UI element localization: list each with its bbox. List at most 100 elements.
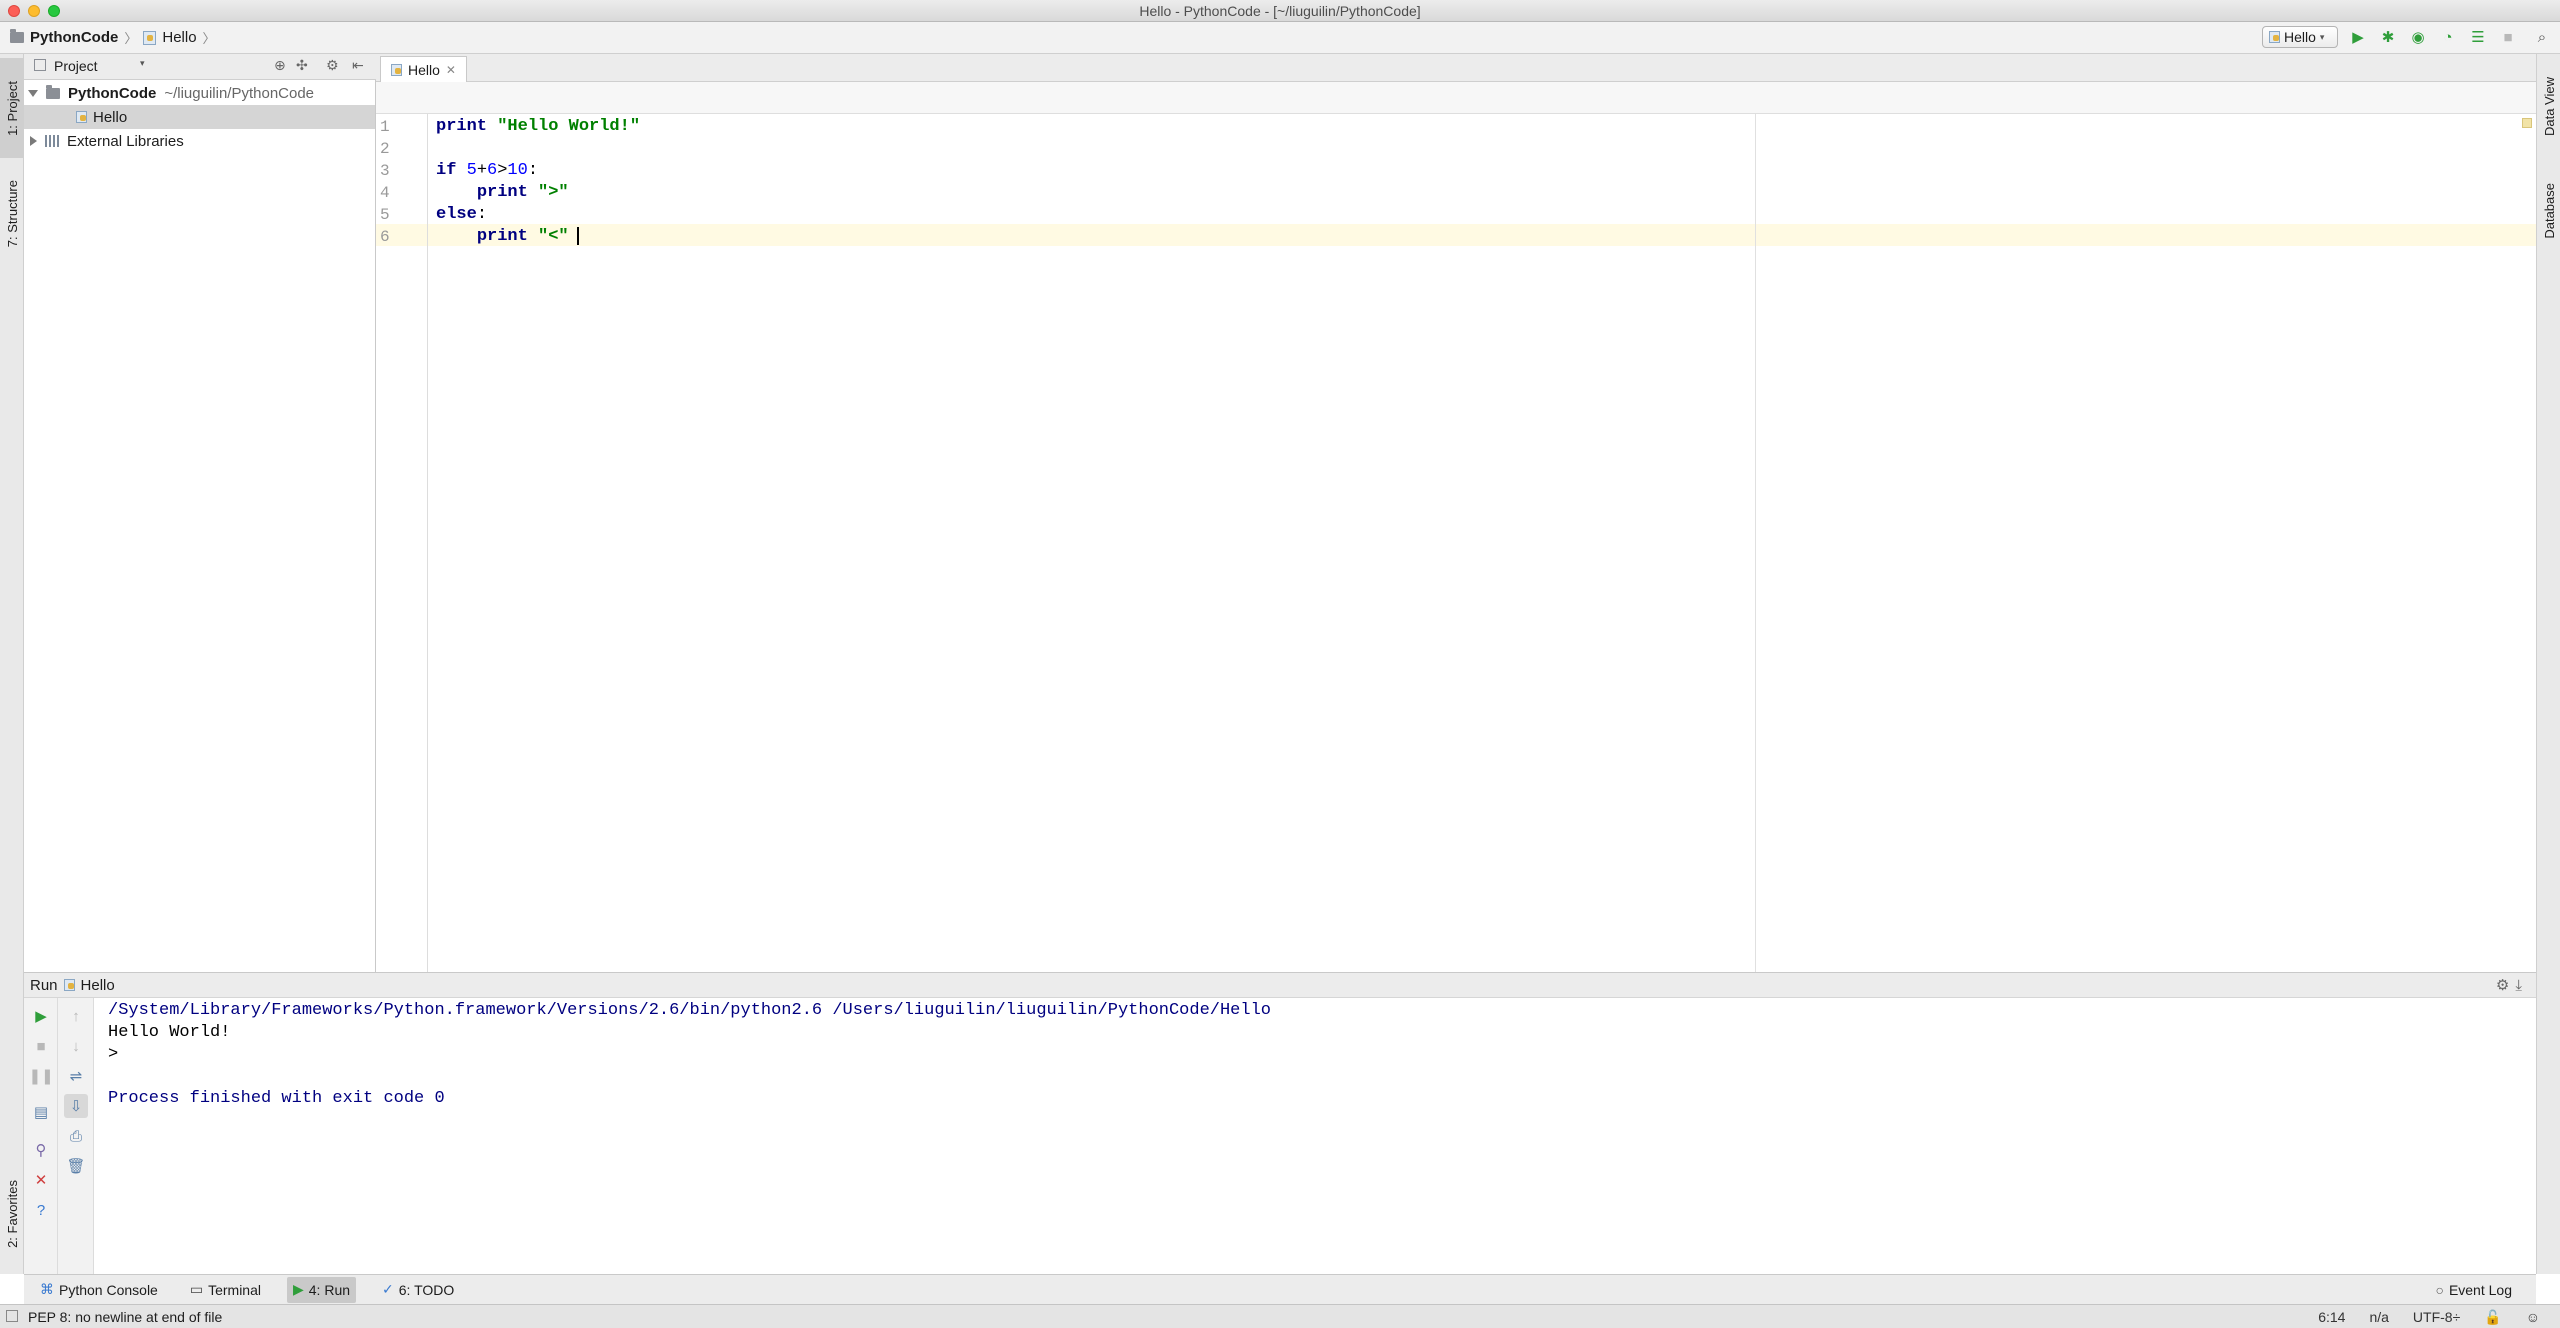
caret-line-highlight xyxy=(376,224,2536,246)
pause-button[interactable]: ❚❚ xyxy=(28,1064,53,1088)
lock-icon[interactable]: 🔓 xyxy=(2484,1309,2501,1326)
tab-favorites-label: 2: Favorites xyxy=(4,1180,20,1248)
hide-panel-icon[interactable]: ⇤ xyxy=(352,57,364,74)
profile-button[interactable]: ◔ xyxy=(2438,27,2458,47)
arrow-up-icon[interactable]: ↑ xyxy=(64,1004,88,1028)
console-line: > xyxy=(108,1045,119,1064)
search-icon[interactable]: ⌕ xyxy=(2532,27,2552,47)
code-line[interactable]: print ">" xyxy=(436,182,569,204)
debug-button[interactable]: ✱ xyxy=(2378,27,2398,47)
code-token: 5 xyxy=(466,161,477,180)
line-number: 6 xyxy=(380,228,390,246)
run-configuration-label: Hello xyxy=(2284,29,2316,45)
tab-project[interactable]: 1: Project xyxy=(0,58,24,158)
chevron-down-icon: ▾ xyxy=(2319,31,2325,42)
tree-item-project-root[interactable]: PythonCode ~/liuguilin/PythonCode xyxy=(24,81,375,105)
navigation-bar: PythonCode 〉 Hello 〉 Hello ▾ ▶ ✱ ◉ ◔ ☰ ■… xyxy=(0,22,2560,54)
code-line[interactable]: print "Hello World!" xyxy=(436,116,640,138)
tab-structure-label: 7: Structure xyxy=(4,180,20,248)
caret-position[interactable]: 6:14 xyxy=(2318,1309,2345,1326)
run-toolbar-secondary: ↑ ↓ ⇌ ⇩ ⎙ 🗑 xyxy=(58,998,94,1274)
run-icon: ▶ xyxy=(292,1281,304,1297)
run-coverage-button[interactable]: ◉ xyxy=(2408,27,2428,47)
tool-todo[interactable]: ✓ 6: TODO xyxy=(376,1277,460,1303)
python-file-icon xyxy=(143,30,157,45)
run-console[interactable]: /System/Library/Frameworks/Python.framew… xyxy=(94,998,2536,1274)
code-line[interactable]: print "<" xyxy=(436,226,569,248)
console-line: /System/Library/Frameworks/Python.framew… xyxy=(108,1001,1271,1020)
tab-structure[interactable]: 7: Structure xyxy=(0,164,24,264)
tool-terminal-label: Terminal xyxy=(208,1281,261,1298)
gear-icon[interactable]: ⚙ xyxy=(326,57,339,74)
stop-button[interactable]: ■ xyxy=(29,1034,53,1058)
arrow-down-icon[interactable]: ↓ xyxy=(64,1034,88,1058)
project-panel: Project ▾ ⊕ ✣ ⚙ ⇤ PythonCode ~/liuguilin… xyxy=(24,54,376,972)
gear-icon[interactable]: ⚙ xyxy=(2496,976,2509,994)
expand-arrow-icon[interactable] xyxy=(30,136,37,146)
code-token: else xyxy=(436,205,477,224)
run-button[interactable]: ▶ xyxy=(2348,27,2368,47)
tab-data-view[interactable]: Data View xyxy=(2537,62,2560,152)
python-file-icon xyxy=(76,111,87,123)
code-token: "Hello World!" xyxy=(497,117,641,136)
trash-icon[interactable]: 🗑 xyxy=(64,1154,88,1178)
scroll-to-end-icon[interactable]: ⇩ xyxy=(64,1094,88,1118)
concurrency-diagram-button[interactable]: ☰ xyxy=(2468,27,2488,47)
tool-terminal[interactable]: ▭ Terminal xyxy=(184,1277,267,1303)
run-panel-config[interactable]: Hello xyxy=(81,977,115,994)
breadcrumb-file[interactable]: Hello xyxy=(162,29,196,46)
project-view-icon xyxy=(34,59,46,71)
close-icon[interactable]: ✕ xyxy=(29,1168,53,1192)
chevron-down-icon[interactable]: ▾ xyxy=(140,58,145,69)
console-line: Hello World! xyxy=(108,1023,231,1042)
tab-favorites[interactable]: 2: Favorites xyxy=(0,1164,24,1264)
tree-root-name: PythonCode xyxy=(68,84,157,102)
close-tab-icon[interactable]: ✕ xyxy=(446,63,456,77)
collapse-all-icon[interactable]: ✣ xyxy=(296,57,308,74)
layout-icon[interactable]: ▤ xyxy=(29,1100,53,1124)
tab-project-label: 1: Project xyxy=(4,80,20,136)
hide-panel-icon[interactable]: ⤓ xyxy=(2515,977,2522,994)
scroll-from-source-icon[interactable]: ⊕ xyxy=(274,57,286,74)
tool-window-toggle-icon[interactable] xyxy=(6,1310,18,1322)
code-token: print xyxy=(476,183,539,202)
code-token: + xyxy=(476,161,488,180)
expand-arrow-icon[interactable] xyxy=(28,89,38,97)
run-configuration-select[interactable]: Hello ▾ xyxy=(2262,26,2338,48)
tree-item-external-libraries[interactable]: External Libraries xyxy=(24,129,375,153)
line-separator[interactable]: n/a xyxy=(2369,1309,2388,1326)
file-encoding[interactable]: UTF-8÷ xyxy=(2413,1309,2460,1326)
tool-event-log[interactable]: ○ Event Log xyxy=(2429,1277,2518,1303)
library-icon xyxy=(45,135,59,147)
code-line[interactable]: if 5+6>10: xyxy=(436,160,538,182)
print-icon[interactable]: ⎙ xyxy=(64,1124,88,1148)
line-number: 3 xyxy=(380,162,390,180)
tool-event-log-label: Event Log xyxy=(2448,1281,2512,1298)
rerun-button[interactable]: ▶ xyxy=(29,1004,53,1028)
breadcrumb: PythonCode 〉 Hello 〉 xyxy=(10,28,216,47)
breadcrumb-project[interactable]: PythonCode xyxy=(30,29,118,46)
line-number: 5 xyxy=(380,206,390,224)
stop-button[interactable]: ■ xyxy=(2498,27,2518,47)
pin-icon[interactable]: ⚲ xyxy=(29,1138,53,1162)
tool-python-console[interactable]: ⌘ Python Console xyxy=(34,1277,164,1303)
tab-hello[interactable]: Hello ✕ xyxy=(380,56,467,82)
inspection-marker[interactable] xyxy=(2522,118,2532,128)
code-token: print xyxy=(476,227,539,246)
tool-run[interactable]: ▶ 4: Run xyxy=(286,1276,357,1303)
code-line[interactable]: else: xyxy=(436,204,487,226)
tab-database[interactable]: Database xyxy=(2537,166,2560,256)
tree-item-hello[interactable]: Hello xyxy=(24,105,375,129)
soft-wrap-icon[interactable]: ⇌ xyxy=(64,1064,88,1088)
hector-icon[interactable]: ☺ xyxy=(2526,1309,2540,1326)
code-token: 10 xyxy=(507,161,528,180)
title-bar: Hello - PythonCode - [~/liuguilin/Python… xyxy=(0,0,2560,22)
right-tool-strip: Data View Database xyxy=(2536,54,2560,1274)
project-view-select[interactable]: Project xyxy=(54,58,98,74)
python-file-icon xyxy=(63,979,75,991)
tool-run-label: 4: Run xyxy=(308,1281,351,1298)
left-tool-strip: 1: Project 7: Structure 2: Favorites xyxy=(0,54,24,1274)
help-icon[interactable]: ? xyxy=(29,1198,53,1222)
